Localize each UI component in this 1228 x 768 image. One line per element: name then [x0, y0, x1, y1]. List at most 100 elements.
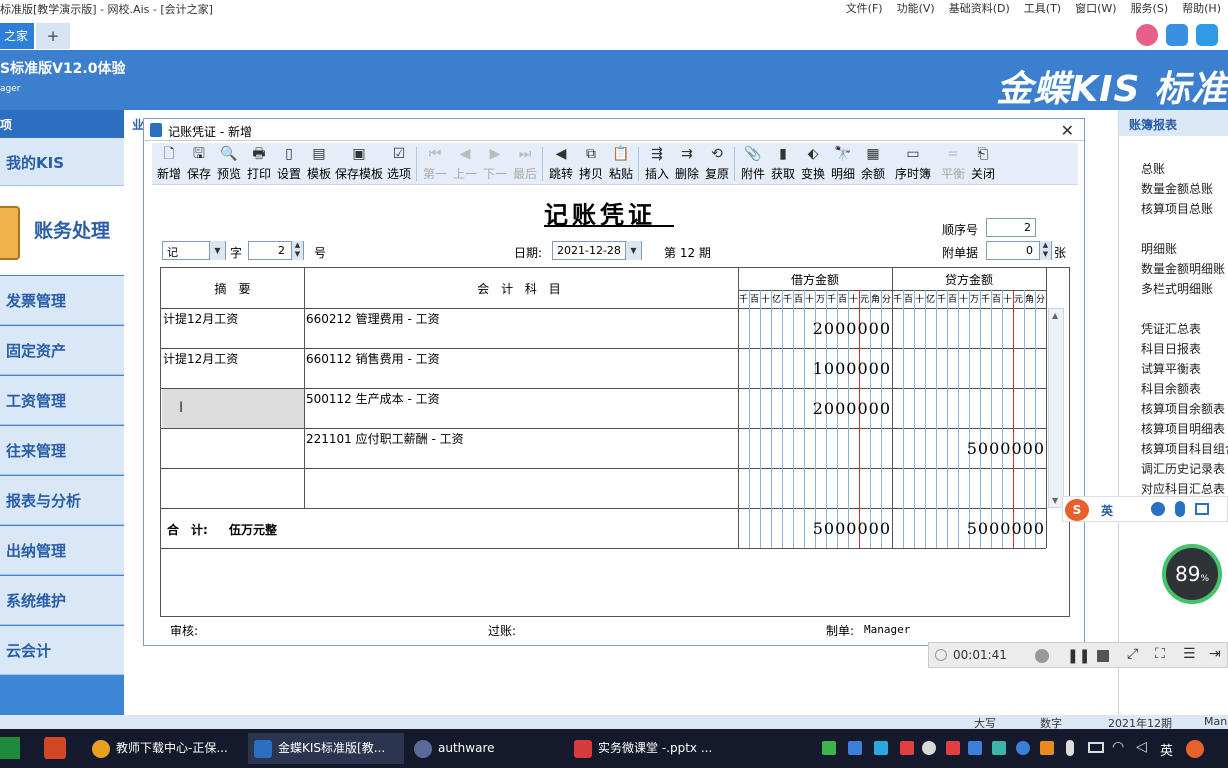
toolbar-btn-23[interactable]: ▭ 序时簿: [888, 143, 938, 185]
menu-item-2[interactable]: 基础资料(D): [949, 2, 1010, 15]
report-link-group2-2[interactable]: 多栏式明细账: [1141, 280, 1213, 297]
row-account[interactable]: 660212 管理费用 - 工资: [306, 310, 440, 327]
toolbar-btn-19[interactable]: ▮ 获取: [768, 143, 798, 185]
excel-icon[interactable]: [0, 737, 20, 759]
tray-mic-icon[interactable]: [1066, 740, 1074, 756]
task-kis[interactable]: 金蝶KIS标准版[教...: [248, 733, 404, 764]
row-summary[interactable]: 计提12月工资: [163, 310, 238, 327]
tray-game-icon[interactable]: [922, 741, 936, 755]
date-field[interactable]: 2021-12-28 ▼: [552, 241, 642, 260]
grid-scrollbar[interactable]: ▲ ▼: [1048, 308, 1064, 508]
bluetooth-icon[interactable]: [968, 741, 982, 755]
menu-item-3[interactable]: 工具(T): [1024, 2, 1061, 15]
toolbar-btn-21[interactable]: 🔭 明细: [828, 143, 858, 185]
number-field[interactable]: 2 ▲ ▼: [248, 241, 304, 260]
report-link-group2-1[interactable]: 数量金额明细账: [1141, 260, 1225, 277]
toolbar-btn-13[interactable]: ⧉ 拷贝: [576, 143, 606, 185]
row-summary[interactable]: 计提12月工资: [163, 350, 238, 367]
sogou-icon[interactable]: S: [1065, 499, 1089, 521]
scroll-up-icon[interactable]: ▲: [1052, 311, 1058, 320]
tray-w-icon[interactable]: [946, 741, 960, 755]
row-credit[interactable]: 5000000: [892, 439, 1045, 458]
tray-image-icon[interactable]: [992, 741, 1006, 755]
tray-app-icon[interactable]: [874, 741, 888, 755]
nav-accounting[interactable]: 账务处理: [0, 186, 124, 278]
exit-icon[interactable]: ⇥: [1209, 646, 1221, 662]
attach-field[interactable]: 0 ▲ ▼: [986, 241, 1052, 260]
nav-item-6[interactable]: 系统维护: [0, 576, 124, 625]
wifi-icon[interactable]: ◠: [1112, 739, 1124, 755]
keyboard-icon[interactable]: [1195, 503, 1209, 515]
mic-icon[interactable]: [1175, 501, 1185, 517]
toolbar-btn-2[interactable]: 🔍 预览: [214, 143, 244, 185]
report-link-group3-7[interactable]: 调汇历史记录表: [1141, 460, 1225, 477]
report-link-group2-0[interactable]: 明细账: [1141, 240, 1177, 257]
toolbar-btn-7[interactable]: ☑ 选项: [384, 143, 414, 185]
nav-my-kis[interactable]: 我的KIS: [0, 138, 124, 186]
calendar-dropdown-icon[interactable]: ▼: [625, 241, 641, 260]
app-icon[interactable]: [1136, 24, 1158, 46]
row-account[interactable]: 221101 应付职工薪酬 - 工资: [306, 430, 464, 447]
seq-field[interactable]: 2: [986, 218, 1036, 237]
report-link-group1-2[interactable]: 核算项目总账: [1141, 200, 1213, 217]
toolbar-btn-22[interactable]: ▦ 余额: [858, 143, 888, 185]
task-ppt[interactable]: 实务微课堂 -.pptx ...: [568, 733, 724, 764]
tray-cloud-icon[interactable]: [1016, 741, 1030, 755]
toolbar-btn-20[interactable]: ⬖ 变换: [798, 143, 828, 185]
number-spinner[interactable]: ▲ ▼: [291, 241, 303, 260]
menu-item-0[interactable]: 文件(F): [846, 2, 883, 15]
toolbar-btn-3[interactable]: 🖶 打印: [244, 143, 274, 185]
chevron-down-icon[interactable]: ▼: [209, 241, 225, 260]
nav-item-2[interactable]: 工资管理: [0, 376, 124, 425]
toolbar-btn-25[interactable]: ⎗ 关闭: [968, 143, 998, 185]
report-link-group3-2[interactable]: 试算平衡表: [1141, 360, 1201, 377]
report-link-group1-0[interactable]: 总账: [1141, 160, 1165, 177]
row-account[interactable]: 500112 生产成本 - 工资: [306, 390, 440, 407]
toolbar-btn-17[interactable]: ⟲ 复原: [702, 143, 732, 185]
toolbar-btn-5[interactable]: ▤ 模板: [304, 143, 334, 185]
selected-cell[interactable]: [162, 389, 304, 428]
nav-item-1[interactable]: 固定资产: [0, 326, 124, 375]
scroll-down-icon[interactable]: ▼: [1052, 496, 1058, 505]
performance-gauge[interactable]: 89%: [1162, 544, 1222, 604]
kis-icon[interactable]: [1166, 24, 1188, 46]
presentation-icon[interactable]: [44, 737, 66, 759]
pause-icon[interactable]: ❚❚: [1067, 648, 1090, 664]
toolbar-btn-12[interactable]: ◀ 跳转: [546, 143, 576, 185]
menu-item-5[interactable]: 服务(S): [1131, 2, 1169, 15]
ime-lang[interactable]: 英: [1101, 502, 1113, 519]
row-debit[interactable]: 2000000: [738, 399, 891, 418]
attach-spinner[interactable]: ▲ ▼: [1039, 241, 1051, 260]
task-authware[interactable]: authware: [408, 733, 564, 764]
nav-item-5[interactable]: 出纳管理: [0, 526, 124, 575]
record-button[interactable]: [1035, 649, 1049, 663]
toolbar-btn-16[interactable]: ⇉ 删除: [672, 143, 702, 185]
tray-shield-icon[interactable]: [848, 741, 862, 755]
report-link-group3-3[interactable]: 科目余额表: [1141, 380, 1201, 397]
battery-icon[interactable]: [1088, 742, 1104, 753]
report-link-group3-0[interactable]: 凭证汇总表: [1141, 320, 1201, 337]
new-tab-button[interactable]: +: [36, 23, 70, 49]
toolbar-btn-6[interactable]: ▣ 保存模板: [334, 143, 384, 185]
toolbar-btn-15[interactable]: ⇶ 插入: [642, 143, 672, 185]
report-link-group3-5[interactable]: 核算项目明细表: [1141, 420, 1225, 437]
emoji-icon[interactable]: [1151, 502, 1165, 516]
tab-home[interactable]: 之家: [0, 23, 34, 49]
toolbar-btn-0[interactable]: 🗋 新增: [154, 143, 184, 185]
report-link-group3-6[interactable]: 核算项目科目组合: [1141, 440, 1228, 457]
taskbar-ime[interactable]: 英: [1160, 740, 1173, 759]
report-link-group3-8[interactable]: 对应科目汇总表: [1141, 480, 1225, 497]
toolbar-btn-1[interactable]: 🖫 保存: [184, 143, 214, 185]
cloud-icon[interactable]: [1196, 24, 1218, 46]
row-debit[interactable]: 2000000: [738, 319, 891, 338]
close-icon[interactable]: ✕: [1061, 121, 1074, 140]
report-link-group1-1[interactable]: 数量金额总账: [1141, 180, 1213, 197]
menu-item-1[interactable]: 功能(V): [897, 2, 935, 15]
nav-item-3[interactable]: 往来管理: [0, 426, 124, 475]
fullscreen-icon[interactable]: ⤢: [1127, 646, 1138, 662]
tray-orange-icon[interactable]: [1040, 741, 1054, 755]
menu-item-4[interactable]: 窗口(W): [1075, 2, 1116, 15]
row-account[interactable]: 660112 销售费用 - 工资: [306, 350, 440, 367]
toolbar-btn-4[interactable]: ▯ 设置: [274, 143, 304, 185]
nav-item-7[interactable]: 云会计: [0, 626, 124, 675]
